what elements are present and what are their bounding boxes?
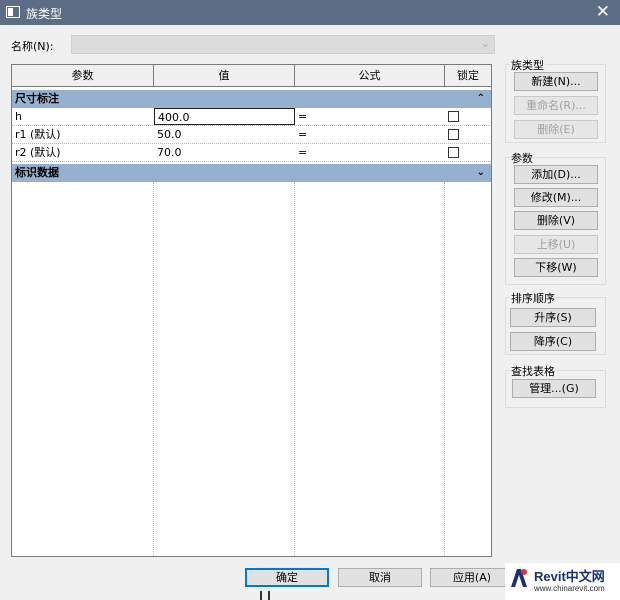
name-dropdown[interactable]: ⌄	[71, 35, 495, 54]
add-parameter-button[interactable]: 添加(D)...	[514, 165, 598, 184]
watermark: Revit中文网 www.chinarevit.com	[505, 563, 620, 600]
window-icon	[6, 6, 20, 18]
title-bar: 族类型 ✕	[0, 0, 620, 25]
lock-checkbox[interactable]	[448, 129, 459, 140]
watermark-url: www.chinarevit.com	[534, 584, 605, 593]
table-header: 参数 值 公式 锁定	[12, 65, 491, 87]
manage-lookup-button[interactable]: 管理...(G)	[512, 379, 596, 398]
close-icon[interactable]: ✕	[596, 2, 610, 22]
group-label: 尺寸标注	[15, 92, 59, 105]
new-type-button[interactable]: 新建(N)...	[514, 72, 598, 91]
delete-type-button[interactable]: 删除(E)	[514, 120, 598, 139]
value-input[interactable]: 400.0	[154, 108, 295, 125]
header-locked[interactable]: 锁定	[445, 65, 491, 86]
name-label: 名称(N):	[11, 40, 54, 53]
expand-icon[interactable]: ⌄	[477, 164, 485, 182]
value-input[interactable]: 50.0	[154, 126, 295, 143]
chevron-down-icon: ⌄	[480, 37, 490, 50]
move-down-button[interactable]: 下移(W)	[514, 258, 598, 277]
lookup-tables-title: 查找表格	[510, 363, 556, 379]
sort-descending-button[interactable]: 降序(C)	[510, 332, 596, 351]
value-input[interactable]: 70.0	[154, 144, 295, 161]
table-row: r2 (默认) 70.0 =	[12, 144, 491, 162]
ok-button[interactable]: 确定	[245, 568, 329, 587]
revit-logo-icon	[511, 569, 527, 587]
group-identity-data[interactable]: 标识数据 ⌄	[12, 164, 491, 182]
header-formula[interactable]: 公式	[295, 65, 445, 86]
modify-parameter-button[interactable]: 修改(M)...	[514, 188, 598, 207]
watermark-brand: Revit中文网	[534, 569, 605, 584]
rename-type-button[interactable]: 重命名(R)...	[514, 96, 598, 115]
formula-input[interactable]: =	[295, 108, 445, 125]
column-divider	[294, 182, 295, 556]
table-row: r1 (默认) 50.0 =	[12, 126, 491, 144]
apply-button[interactable]: 应用(A)	[430, 568, 514, 587]
header-parameter[interactable]: 参数	[12, 65, 154, 86]
parameter-table: 参数 值 公式 锁定 尺寸标注 ⌃ h 400.0 = r1 (默认) 50.0…	[11, 64, 492, 557]
formula-input[interactable]: =	[295, 126, 445, 143]
collapse-icon[interactable]: ⌃	[477, 90, 485, 108]
header-value[interactable]: 值	[154, 65, 295, 86]
group-dimensions[interactable]: 尺寸标注 ⌃	[12, 90, 491, 108]
formula-input[interactable]: =	[295, 144, 445, 161]
lock-checkbox[interactable]	[448, 147, 459, 158]
cancel-button[interactable]: 取消	[338, 568, 422, 587]
lock-checkbox[interactable]	[448, 111, 459, 122]
sort-ascending-button[interactable]: 升序(S)	[510, 308, 596, 327]
sort-title: 排序顺序	[510, 290, 556, 306]
param-name: r1 (默认)	[15, 128, 61, 141]
group-label: 标识数据	[15, 166, 59, 179]
column-divider	[153, 182, 154, 556]
cursor-mark	[260, 591, 270, 600]
table-row: h 400.0 =	[12, 108, 491, 126]
param-name: r2 (默认)	[15, 146, 61, 159]
window-title: 族类型	[26, 7, 63, 21]
param-name: h	[15, 110, 22, 123]
column-divider	[444, 182, 445, 556]
family-types-title: 族类型	[510, 57, 545, 73]
parameters-title: 参数	[510, 150, 534, 166]
move-up-button[interactable]: 上移(U)	[514, 235, 598, 254]
delete-parameter-button[interactable]: 删除(V)	[514, 211, 598, 230]
